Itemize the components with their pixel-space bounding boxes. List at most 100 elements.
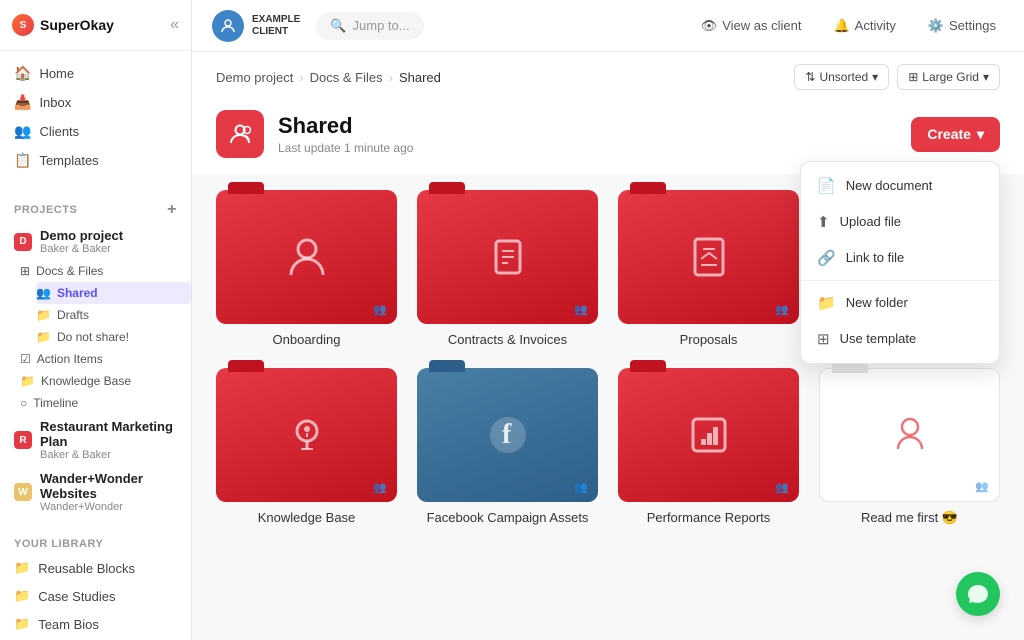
inbox-icon: 📥 [14,94,31,111]
create-button[interactable]: Create ▾ [911,117,1000,152]
reusable-blocks-label: Reusable Blocks [38,561,135,576]
sidebar-nav: 🏠 Home 📥 Inbox 👥 Clients 📋 Templates [0,51,191,183]
client-logo[interactable]: EXAMPLE CLIENT [212,10,300,42]
breadcrumb-docs-files[interactable]: Docs & Files [310,70,383,85]
project-wander[interactable]: W Wander+Wonder Websites Wander+Wonder [0,466,191,518]
collapse-sidebar-button[interactable]: « [170,16,179,34]
folder-tab [228,360,264,372]
search-placeholder: Jump to... [353,18,410,33]
team-bios-label: Team Bios [38,617,99,632]
case-studies-icon: 📁 [14,588,30,604]
new-folder-icon: 📁 [817,294,836,312]
folder-contracts[interactable]: 👥 Contracts & Invoices [417,190,598,348]
upload-file-icon: ⬆ [817,213,830,231]
folder-facebook-label: Facebook Campaign Assets [427,510,589,525]
project-restaurant-name: Restaurant Marketing Plan [40,419,177,449]
timeline-label: Timeline [33,396,78,410]
folder-facebook[interactable]: f 👥 Facebook Campaign Assets [417,368,598,526]
folder-onboarding[interactable]: 👥 Onboarding [216,190,397,348]
folder-performance-visual: 👥 [618,368,799,502]
tree-docs-files[interactable]: ⊞ Docs & Files [20,260,191,282]
project-restaurant-client: Baker & Baker [40,449,177,461]
sidebar-team-bios[interactable]: 📁 Team Bios [0,610,191,638]
knowledge-base-label: Knowledge Base [41,374,131,388]
use-template-icon: ⊞ [817,330,830,348]
dropdown-new-document[interactable]: 📄 New document [801,168,999,204]
sidebar: S SuperOkay « 🏠 Home 📥 Inbox 👥 Clients 📋… [0,0,192,640]
page-subtitle: Last update 1 minute ago [278,141,413,155]
folder-tab [429,182,465,194]
clients-icon: 👥 [14,123,31,140]
sidebar-clients-label: Clients [39,124,79,139]
sidebar-reusable-blocks[interactable]: 📁 Reusable Blocks [0,554,191,582]
folder-performance-users: 👥 [775,481,789,494]
project-demo-badge: D [14,233,32,251]
breadcrumb-sep-2: › [389,70,393,85]
settings-button[interactable]: ⚙️ Settings [920,14,1004,38]
folder-contracts-label: Contracts & Invoices [448,332,567,347]
add-project-button[interactable]: + [167,201,177,219]
search-icon: 🔍 [330,18,346,34]
view-toggle-button[interactable]: ⊞ Large Grid ▾ [897,64,1000,90]
topbar-left: EXAMPLE CLIENT 🔍 Jump to... [212,10,424,42]
project-restaurant[interactable]: R Restaurant Marketing Plan Baker & Bake… [0,414,191,466]
sidebar-item-home[interactable]: 🏠 Home [0,59,191,88]
new-document-label: New document [846,178,933,193]
docs-children: 👥 Shared 📁 Drafts 📁 Do not share! [20,282,191,348]
breadcrumb-demo-project[interactable]: Demo project [216,70,293,85]
create-label: Create [927,126,971,142]
search-bar[interactable]: 🔍 Jump to... [316,12,423,40]
knowledge-base-icon: 📁 [20,374,35,388]
sort-button[interactable]: ⇅ Unsorted ▾ [794,64,889,90]
sidebar-item-clients[interactable]: 👥 Clients [0,117,191,146]
dropdown-use-template[interactable]: ⊞ Use template [801,321,999,357]
logo-icon: S [12,14,34,36]
sidebar-home-label: Home [39,66,74,81]
gear-icon: ⚙️ [928,18,944,34]
folder-performance-label: Performance Reports [647,510,771,525]
donot-share-icon: 📁 [36,330,51,344]
settings-label: Settings [949,18,996,33]
main-content: EXAMPLE CLIENT 🔍 Jump to... 👁 View as cl… [192,0,1024,640]
donot-share-label: Do not share! [57,330,129,344]
dropdown-link-to-file[interactable]: 🔗 Link to file [801,240,999,276]
library-section-title: Your Library [0,528,191,554]
folder-readme[interactable]: 👥 Read me first 😎 [819,368,1000,526]
folder-performance[interactable]: 👥 Performance Reports [618,368,799,526]
project-demo-item[interactable]: D Demo project Baker & Baker [0,223,191,260]
breadcrumb-sep-1: › [299,70,303,85]
folder-proposals[interactable]: 👥 Proposals [618,190,799,348]
folder-readme-visual: 👥 [819,368,1000,502]
docs-files-icon: ⊞ [20,264,30,278]
folder-proposals-visual: 👥 [618,190,799,324]
folder-proposals-users: 👥 [775,303,789,316]
sidebar-case-studies[interactable]: 📁 Case Studies [0,582,191,610]
page-header-left: Shared Last update 1 minute ago [216,110,413,158]
sidebar-item-inbox[interactable]: 📥 Inbox [0,88,191,117]
tree-shared[interactable]: 👥 Shared [36,282,191,304]
page-title: Shared [278,113,413,139]
activity-button[interactable]: 🔔 Activity [825,14,903,38]
new-folder-label: New folder [846,295,908,310]
use-template-label: Use template [840,331,917,346]
dropdown-new-folder[interactable]: 📁 New folder [801,285,999,321]
folder-facebook-visual: f 👥 [417,368,598,502]
tree-timeline[interactable]: ○ Timeline [20,392,191,414]
projects-section-title: Projects + [0,191,191,223]
sidebar-header: S SuperOkay « [0,0,191,51]
dropdown-upload-file[interactable]: ⬆ Upload file [801,204,999,240]
topbar: EXAMPLE CLIENT 🔍 Jump to... 👁 View as cl… [192,0,1024,52]
tree-knowledge-base[interactable]: 📁 Knowledge Base [20,370,191,392]
tree-donot-share[interactable]: 📁 Do not share! [36,326,191,348]
chat-bubble-button[interactable] [956,572,1000,616]
tree-drafts[interactable]: 📁 Drafts [36,304,191,326]
sidebar-item-templates[interactable]: 📋 Templates [0,146,191,175]
client-name-top: EXAMPLE [252,14,300,26]
drafts-label: Drafts [57,308,89,322]
project-demo-info: Demo project Baker & Baker [40,228,123,255]
folder-knowledge[interactable]: 👥 Knowledge Base [216,368,397,526]
folder-tab [630,360,666,372]
view-as-client-button[interactable]: 👁 View as client [693,14,810,38]
action-items-icon: ☑ [20,352,31,366]
tree-action-items[interactable]: ☑ Action Items [20,348,191,370]
